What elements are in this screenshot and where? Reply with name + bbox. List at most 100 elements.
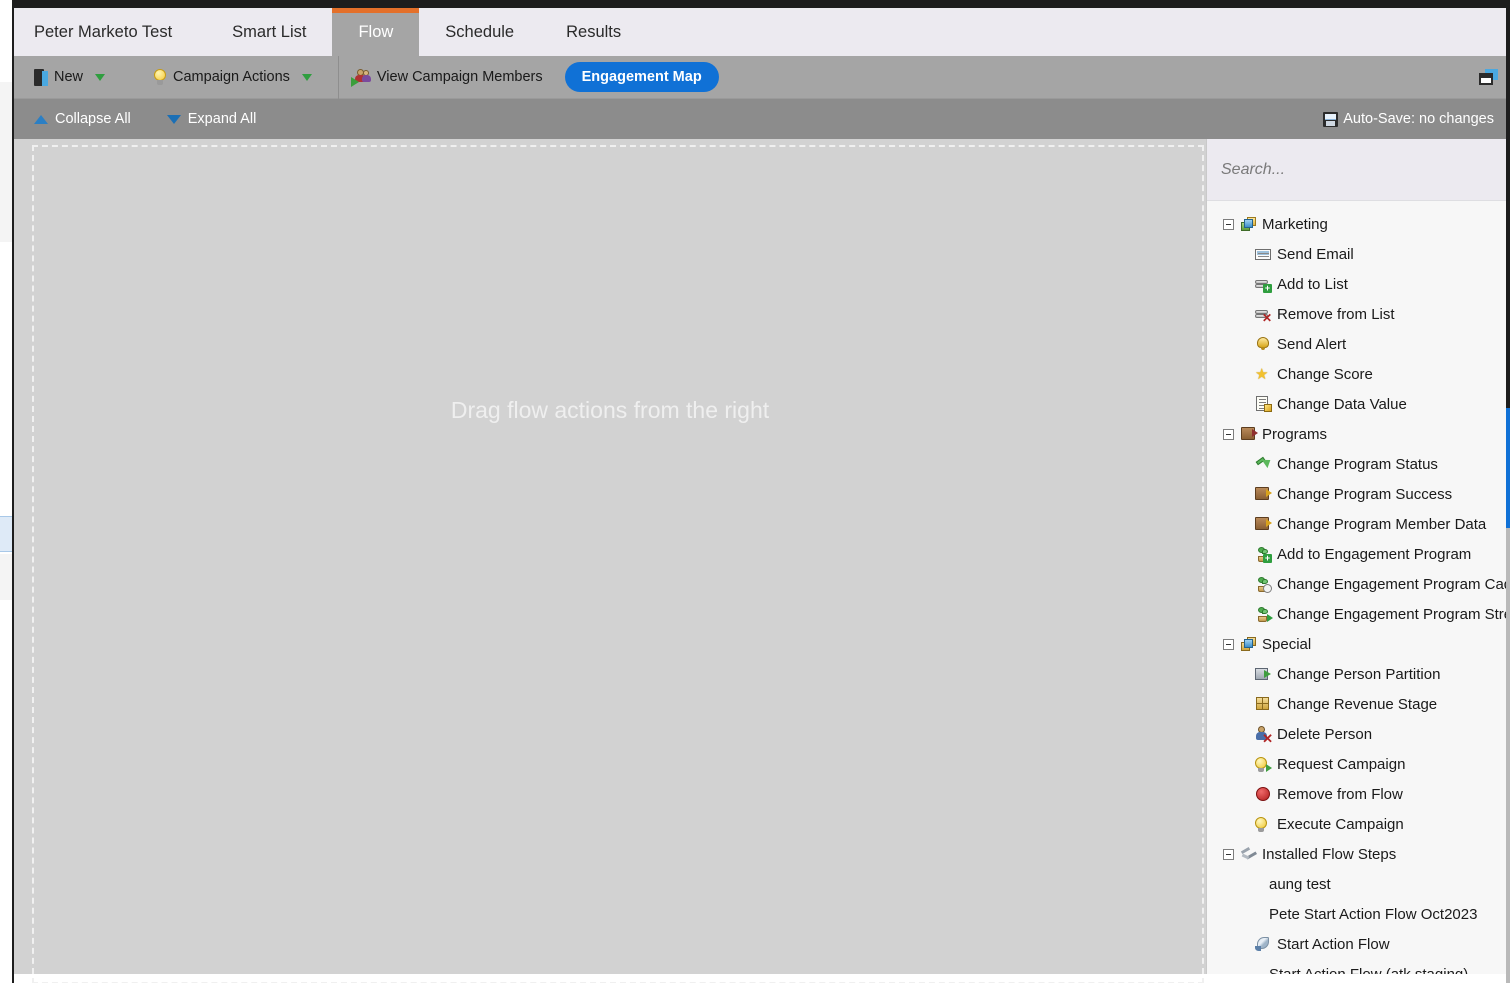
search-input[interactable]	[1221, 160, 1496, 179]
flow-action-change-program-status[interactable]: Change Program Status	[1207, 449, 1510, 479]
tree-group-special[interactable]: Special	[1207, 629, 1510, 659]
campaign-actions-button[interactable]: Campaign Actions	[141, 56, 324, 98]
flow-drop-zone[interactable]	[32, 145, 1204, 983]
green-arrow-icon	[1255, 455, 1274, 472]
collapse-toggle-icon[interactable]	[1223, 428, 1234, 440]
outer-scrollbar-thumb[interactable]	[1506, 408, 1510, 528]
program-edit-icon	[1255, 486, 1272, 502]
flow-action-label: Send Email	[1277, 245, 1354, 263]
flow-action-execute-campaign[interactable]: Execute Campaign	[1207, 809, 1510, 839]
autosave-status: Auto-Save: no changes	[1323, 111, 1494, 127]
background-panel-sliver	[0, 8, 12, 983]
triangle-down-icon	[166, 114, 181, 124]
outer-window-edge	[1506, 8, 1510, 408]
collapse-toggle-icon[interactable]	[1223, 218, 1234, 230]
flow-action-send-email[interactable]: Send Email	[1207, 239, 1510, 269]
flow-action-label: Add to Engagement Program	[1277, 545, 1472, 563]
floppy-disk-icon	[1323, 111, 1339, 127]
flow-action-label: Delete Person	[1277, 725, 1373, 743]
flow-action-start-action-flow-atk-staging[interactable]: Start Action Flow (atk staging)	[1207, 959, 1510, 975]
flow-action-add-to-list[interactable]: + Add to List	[1207, 269, 1510, 299]
flow-action-change-program-success[interactable]: Change Program Success	[1207, 479, 1510, 509]
flow-action-request-campaign[interactable]: Request Campaign	[1207, 749, 1510, 779]
new-button[interactable]: New	[14, 56, 117, 98]
tab-results[interactable]: Results	[540, 8, 647, 56]
top-strip-corner	[0, 0, 12, 8]
flow-action-change-data-value[interactable]: Change Data Value	[1207, 389, 1510, 419]
flow-action-send-alert[interactable]: Send Alert	[1207, 329, 1510, 359]
star-icon: ★	[1255, 366, 1269, 383]
flow-actions-palette: Marketing Send Email + Add to List	[1206, 139, 1510, 974]
flow-action-label: Change Data Value	[1277, 395, 1407, 413]
expand-all-button[interactable]: Expand All	[157, 111, 267, 127]
envelope-icon	[1255, 246, 1271, 262]
flow-actions-tree: Marketing Send Email + Add to List ✕ Rem…	[1207, 201, 1510, 974]
delete-person-icon: ✕	[1255, 726, 1273, 745]
flow-action-change-person-partition[interactable]: Change Person Partition	[1207, 659, 1510, 689]
tree-group-marketing[interactable]: Marketing	[1207, 209, 1510, 239]
tree-group-label: Special	[1262, 635, 1312, 653]
flow-action-label: Remove from Flow	[1277, 785, 1403, 803]
tab-flow[interactable]: Flow	[332, 8, 420, 56]
rocket-icon	[1255, 936, 1271, 952]
tab-label: Peter Marketo Test	[34, 22, 173, 41]
flow-action-change-revenue-stage[interactable]: Change Revenue Stage	[1207, 689, 1510, 719]
flow-action-add-to-engagement-program[interactable]: + Add to Engagement Program	[1207, 539, 1510, 569]
tab-schedule[interactable]: Schedule	[419, 8, 540, 56]
tree-group-installed-flow-steps[interactable]: Installed Flow Steps	[1207, 839, 1510, 869]
collapse-toggle-icon[interactable]	[1223, 848, 1234, 860]
sliver-row-group	[0, 82, 12, 242]
tab-peter-marketo-test[interactable]: Peter Marketo Test	[14, 8, 206, 56]
flow-action-aung-test[interactable]: aung test	[1207, 869, 1510, 899]
flow-action-label: Start Action Flow	[1277, 935, 1390, 953]
view-campaign-members-button[interactable]: View Campaign Members	[347, 56, 555, 98]
program-edit-icon	[1255, 516, 1272, 532]
plant-arrow-icon	[1255, 606, 1273, 622]
flow-action-label: Execute Campaign	[1277, 815, 1404, 833]
outer-scrollbar-track[interactable]	[1506, 528, 1510, 983]
flow-action-label: Request Campaign	[1277, 755, 1406, 773]
flow-action-remove-from-list[interactable]: ✕ Remove from List	[1207, 299, 1510, 329]
collapse-toggle-icon[interactable]	[1223, 638, 1234, 650]
flow-canvas[interactable]: Drag flow actions from the right	[14, 139, 1206, 983]
sliver-selected-row	[0, 516, 12, 552]
flow-action-label: Send Alert	[1277, 335, 1347, 353]
tab-smart-list[interactable]: Smart List	[206, 8, 332, 56]
palette-search-box[interactable]	[1207, 139, 1510, 201]
tree-group-label: Programs	[1262, 425, 1328, 443]
view-campaign-members-label: View Campaign Members	[376, 69, 543, 85]
people-arrow-icon	[350, 68, 371, 87]
collapse-all-label: Collapse All	[55, 111, 131, 127]
autosave-label: Auto-Save: no changes	[1343, 111, 1494, 127]
lightbulb-icon	[153, 68, 167, 86]
flow-action-label: Change Program Member Data	[1277, 515, 1487, 533]
flow-action-label: Change Program Success	[1277, 485, 1453, 503]
flow-action-start-action-flow[interactable]: Start Action Flow	[1207, 929, 1510, 959]
flow-action-change-score[interactable]: ★ Change Score	[1207, 359, 1510, 389]
expand-all-label: Expand All	[187, 111, 257, 127]
flow-action-delete-person[interactable]: ✕ Delete Person	[1207, 719, 1510, 749]
flow-action-change-engagement-program-stream[interactable]: Change Engagement Program Stream	[1207, 599, 1510, 629]
engagement-map-label: Engagement Map	[581, 69, 702, 85]
list-add-icon: +	[1255, 276, 1272, 293]
restore-window-button[interactable]	[1479, 56, 1498, 98]
tree-group-programs[interactable]: Programs	[1207, 419, 1510, 449]
revenue-cube-icon	[1255, 696, 1271, 712]
flow-action-pete-start-action-flow-oct2023[interactable]: Pete Start Action Flow Oct2023	[1207, 899, 1510, 929]
tree-group-label: Marketing	[1262, 215, 1328, 233]
plant-clock-icon	[1255, 576, 1272, 593]
triangle-up-icon	[34, 114, 48, 124]
flow-action-label: Remove from List	[1277, 305, 1395, 323]
flow-action-remove-from-flow[interactable]: Remove from Flow	[1207, 779, 1510, 809]
new-button-label: New	[54, 69, 84, 85]
app-root: Peter Marketo Test Smart List Flow Sched…	[0, 0, 1510, 983]
program-book-icon	[1241, 426, 1258, 442]
bell-icon	[1255, 336, 1271, 352]
engagement-map-button[interactable]: Engagement Map	[564, 62, 719, 92]
installed-steps-icon	[1240, 846, 1258, 862]
collapse-all-button[interactable]: Collapse All	[14, 111, 141, 127]
flow-action-change-program-member-data[interactable]: Change Program Member Data	[1207, 509, 1510, 539]
window-top-strip	[0, 0, 1510, 8]
flow-action-change-engagement-program-cadence[interactable]: Change Engagement Program Cadence	[1207, 569, 1510, 599]
tab-label: Flow	[358, 22, 394, 41]
